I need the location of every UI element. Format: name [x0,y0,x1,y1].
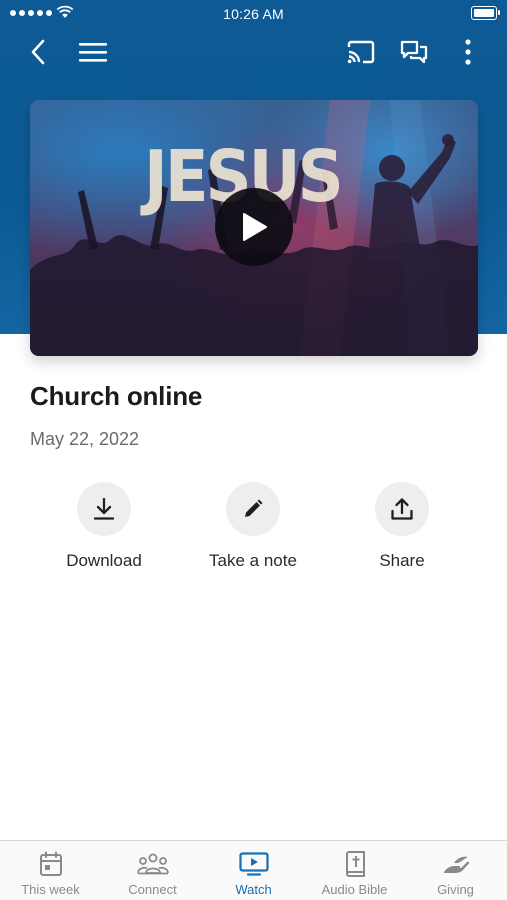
tv-play-icon [238,852,269,876]
tab-this-week[interactable]: This week [0,841,101,900]
download-icon-circle [77,482,131,536]
chat-button[interactable] [396,34,432,70]
page-title: Church online [30,381,203,411]
pencil-icon [245,499,263,517]
bottom-tab-bar: This week Connect Watch Audio Bible Givi… [0,840,507,900]
download-icon [93,497,115,520]
tab-label: Connect [128,882,177,897]
more-vertical-icon [465,39,471,65]
tab-audio-bible[interactable]: Audio Bible [304,841,405,900]
take-note-label: Take a note [209,551,297,570]
tab-watch[interactable]: Watch [203,841,304,900]
back-button[interactable] [20,34,56,70]
status-time: 10:26 AM [223,6,284,22]
battery-icon [471,6,500,20]
share-label: Share [379,551,425,570]
tab-label: This week [21,882,80,897]
note-icon-circle [226,482,280,536]
chat-bubbles-icon [400,40,428,64]
sermon-date: May 22, 2022 [30,429,140,449]
download-button[interactable]: Download [29,482,179,571]
share-button[interactable]: Share [327,482,477,571]
cast-button[interactable] [343,34,379,70]
chevron-left-icon [31,39,45,65]
share-icon-circle [375,482,429,536]
bible-icon [345,851,365,877]
cast-icon [347,40,375,64]
status-bar: 10:26 AM [0,0,507,28]
share-upload-icon [391,498,413,520]
people-icon [136,853,169,875]
download-label: Download [66,551,142,570]
tab-label: Audio Bible [321,882,388,897]
menu-button[interactable] [75,34,111,70]
tab-giving[interactable]: Giving [405,841,506,900]
video-player[interactable]: JESUS [30,100,478,356]
more-options-button[interactable] [450,34,486,70]
tab-label: Watch [235,882,272,897]
play-icon [243,213,267,241]
calendar-icon [39,851,62,876]
hamburger-menu-icon [79,43,107,62]
tab-label: Giving [437,882,474,897]
giving-hand-icon [443,856,469,873]
take-note-button[interactable]: Take a note [178,482,328,571]
play-button[interactable] [215,188,293,266]
tab-connect[interactable]: Connect [102,841,203,900]
